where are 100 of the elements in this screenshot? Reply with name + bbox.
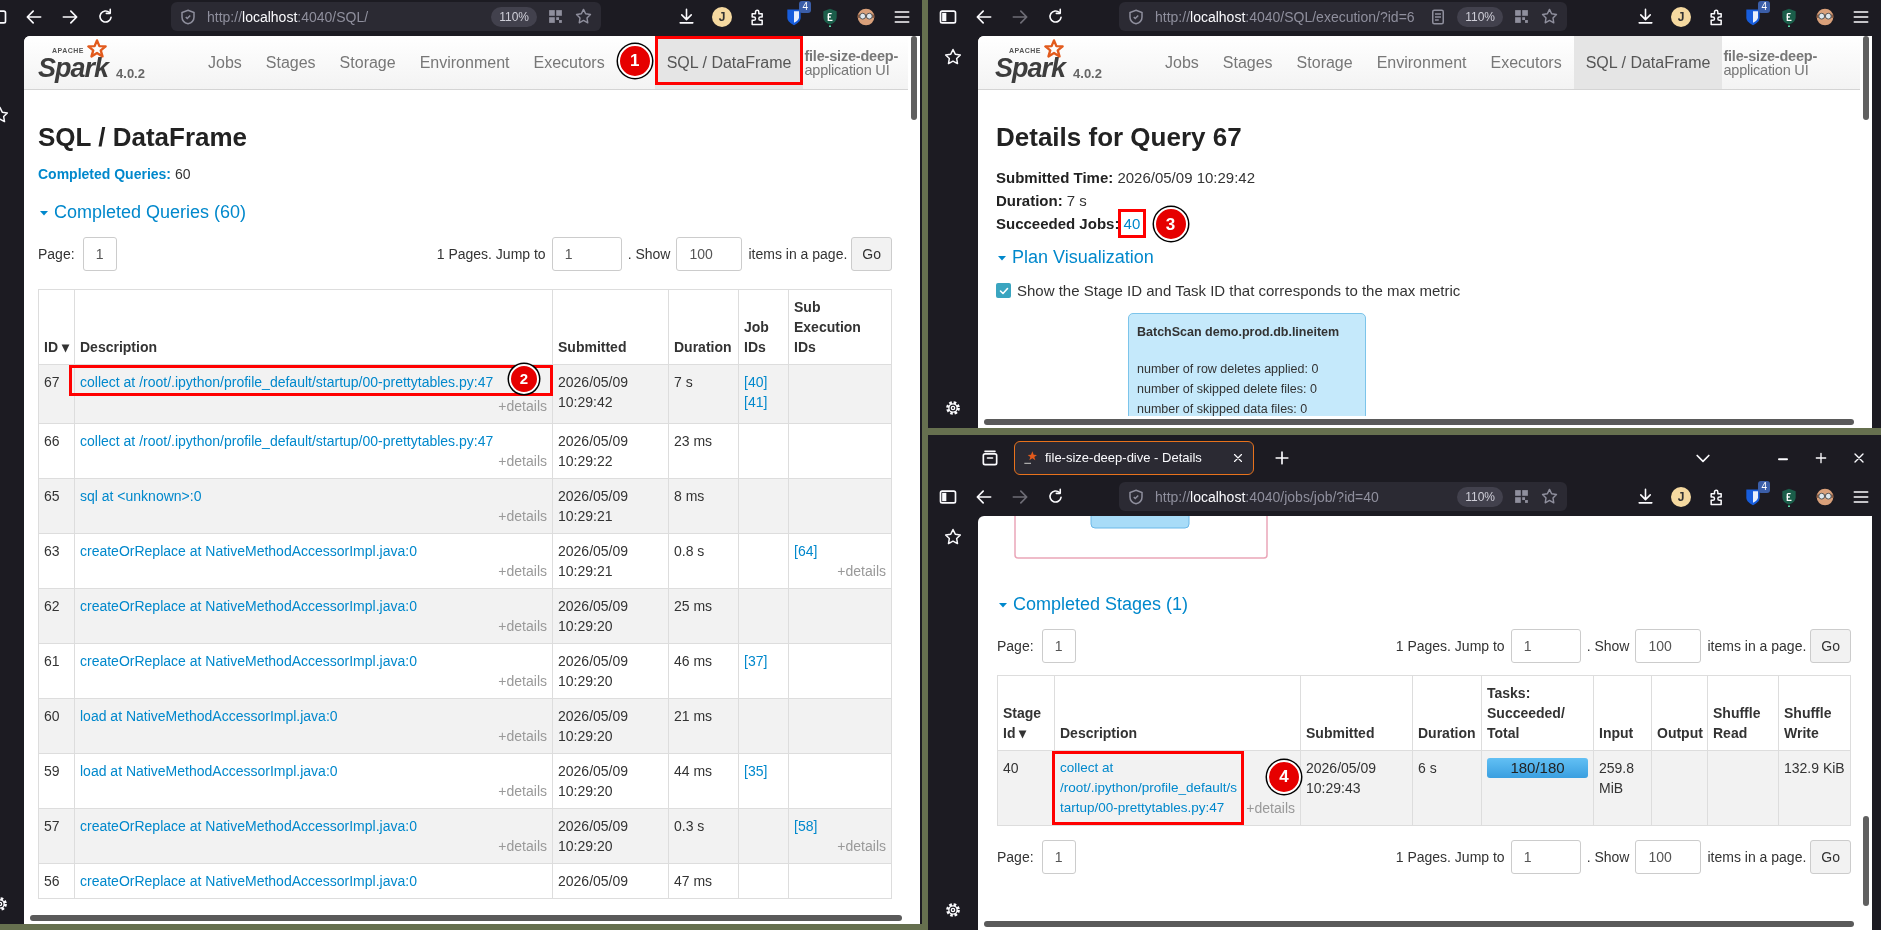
zoom-level[interactable]: 110% bbox=[1457, 6, 1503, 27]
query-link[interactable]: collect at /root/.ipython/profile_default/startup/00-prettytables.py:47 bbox=[80, 374, 494, 390]
details-link[interactable]: +details bbox=[837, 836, 886, 856]
nav-tab[interactable]: Storage bbox=[1284, 36, 1365, 89]
column-header[interactable]: Output bbox=[1651, 675, 1708, 751]
settings-icon[interactable] bbox=[943, 398, 963, 418]
column-header[interactable]: Submitted bbox=[1300, 675, 1413, 751]
star-icon[interactable] bbox=[943, 47, 963, 67]
grid-icon[interactable] bbox=[547, 8, 564, 25]
shield-extension-icon[interactable] bbox=[1779, 486, 1799, 507]
column-header[interactable]: Sub Execution IDs bbox=[788, 289, 892, 365]
details-link[interactable]: +details bbox=[498, 836, 547, 856]
query-link[interactable]: createOrReplace at NativeMethodAccessorImpl.java:0 bbox=[80, 818, 417, 834]
reload-icon[interactable] bbox=[96, 7, 115, 26]
column-header[interactable]: Submitted bbox=[552, 289, 669, 365]
shield-extension-icon[interactable] bbox=[820, 6, 840, 27]
profile-avatar[interactable]: J bbox=[712, 6, 732, 27]
jump-field[interactable]: 1 bbox=[1510, 629, 1581, 663]
nav-tab[interactable]: Executors bbox=[1478, 36, 1574, 89]
profile-avatar[interactable]: J bbox=[1671, 486, 1691, 507]
nav-tab[interactable]: SQL / DataFrame bbox=[1573, 36, 1723, 89]
details-link[interactable]: +details bbox=[498, 726, 547, 746]
plan-node[interactable]: BatchScan demo.prod.db.lineitem number of row deletes applied: 0 number of skipped delete files: 0 number of skipped data files: 0 bbox=[1128, 313, 1366, 416]
nav-tab[interactable]: Environment bbox=[407, 36, 522, 89]
bookmark-star-icon[interactable] bbox=[1540, 7, 1559, 26]
scrollbar-thumb[interactable] bbox=[911, 36, 917, 120]
reload-icon[interactable] bbox=[1046, 487, 1065, 506]
nav-tab[interactable]: Stages bbox=[1210, 36, 1285, 89]
shield-icon[interactable] bbox=[179, 7, 197, 26]
query-link[interactable]: load at NativeMethodAccessorImpl.java:0 bbox=[80, 708, 338, 724]
zoom-level[interactable]: 110% bbox=[1457, 486, 1503, 507]
scrollbar-thumb[interactable] bbox=[984, 419, 1854, 425]
jump-field[interactable]: 1 bbox=[551, 237, 622, 271]
nav-tab[interactable]: Executors bbox=[521, 36, 617, 89]
query-link[interactable]: createOrReplace at NativeMethodAccessorImpl.java:0 bbox=[80, 543, 417, 559]
star-icon[interactable] bbox=[943, 527, 963, 547]
details-link[interactable]: +details bbox=[498, 396, 547, 416]
section-toggle[interactable]: Completed Stages (1) bbox=[997, 594, 1189, 615]
nav-tab[interactable]: Jobs bbox=[196, 36, 254, 89]
grid-icon[interactable] bbox=[1513, 488, 1530, 505]
go-button[interactable]: Go bbox=[1810, 629, 1851, 663]
go-button[interactable]: Go bbox=[1810, 840, 1851, 874]
job-link[interactable]: [41] bbox=[744, 392, 768, 412]
execution-link[interactable]: [58] bbox=[794, 816, 818, 836]
job-link[interactable]: [40] bbox=[744, 372, 768, 392]
column-header[interactable]: Shuffle Read bbox=[1707, 675, 1779, 751]
page-size-field[interactable]: 100 bbox=[1635, 840, 1702, 874]
section-toggle[interactable]: Completed Queries (60) bbox=[38, 202, 247, 223]
shield-icon[interactable] bbox=[1127, 7, 1145, 26]
job-link[interactable]: [37] bbox=[744, 651, 768, 671]
settings-icon[interactable] bbox=[943, 900, 963, 920]
goggles-icon[interactable] bbox=[1815, 6, 1835, 27]
column-header[interactable]: Duration bbox=[668, 289, 739, 365]
query-link[interactable]: createOrReplace at NativeMethodAccessorImpl.java:0 bbox=[80, 598, 417, 614]
column-header[interactable]: Description bbox=[1054, 675, 1301, 751]
address-field[interactable]: http://localhost:4040/jobs/job/?id=40 110% bbox=[1119, 482, 1567, 511]
query-link[interactable]: collect at /root/.ipython/profile_default/startup/00-prettytables.py:47 bbox=[80, 433, 494, 449]
execution-link[interactable]: [64] bbox=[794, 541, 818, 561]
download-icon[interactable] bbox=[1636, 487, 1655, 506]
page-field[interactable]: 1 bbox=[1041, 840, 1076, 874]
page-size-field[interactable]: 100 bbox=[1635, 629, 1702, 663]
query-link[interactable]: load at NativeMethodAccessorImpl.java:0 bbox=[80, 763, 338, 779]
download-icon[interactable] bbox=[1636, 7, 1655, 26]
goggles-icon[interactable] bbox=[856, 6, 876, 27]
grid-icon[interactable] bbox=[1513, 8, 1530, 25]
scrollbar-thumb[interactable] bbox=[30, 915, 902, 921]
browser-tab[interactable]: file-size-deep-dive - Details bbox=[1014, 440, 1254, 475]
shield-extension-icon[interactable] bbox=[1779, 6, 1799, 27]
scrollbar-thumb[interactable] bbox=[1863, 816, 1869, 906]
nav-tab[interactable]: Stages bbox=[253, 36, 328, 89]
column-header[interactable]: Input bbox=[1593, 675, 1652, 751]
job-link[interactable]: [35] bbox=[744, 761, 768, 781]
address-field[interactable]: http://localhost:4040/SQL/ 110% bbox=[171, 2, 601, 31]
goggles-icon[interactable] bbox=[1815, 486, 1835, 507]
column-header[interactable]: Job IDs bbox=[738, 289, 789, 365]
job-link[interactable]: 40 bbox=[1123, 215, 1141, 232]
details-link[interactable]: +details bbox=[498, 561, 547, 581]
page-size-field[interactable]: 100 bbox=[676, 237, 743, 271]
nav-tab[interactable]: Jobs bbox=[1153, 36, 1211, 89]
column-header[interactable]: Description bbox=[74, 289, 553, 365]
page-field[interactable]: 1 bbox=[82, 237, 117, 271]
details-link[interactable]: +details bbox=[498, 451, 547, 471]
go-button[interactable]: Go bbox=[851, 237, 892, 271]
bookmark-star-icon[interactable] bbox=[574, 7, 593, 26]
nav-tab[interactable]: Storage bbox=[327, 36, 408, 89]
scrollbar-thumb[interactable] bbox=[1863, 36, 1869, 120]
column-header[interactable]: Stage Id ▾ bbox=[997, 675, 1055, 751]
query-link[interactable]: createOrReplace at NativeMethodAccessorImpl.java:0 bbox=[80, 653, 417, 669]
page-field[interactable]: 1 bbox=[1041, 629, 1076, 663]
profile-avatar[interactable]: J bbox=[1671, 6, 1691, 27]
section-toggle[interactable]: Plan Visualization bbox=[996, 247, 1154, 268]
column-header[interactable]: Duration bbox=[1412, 675, 1482, 751]
shield-icon[interactable] bbox=[1127, 487, 1145, 506]
jump-field[interactable]: 1 bbox=[1510, 840, 1581, 874]
download-icon[interactable] bbox=[677, 7, 696, 26]
stage-link[interactable]: collect at /root/.ipython/profile_default/startup/00-prettytables.py:47 bbox=[1060, 758, 1240, 818]
checkbox[interactable] bbox=[996, 283, 1011, 298]
details-link[interactable]: +details bbox=[498, 781, 547, 801]
column-header[interactable]: Tasks: Succeeded/ Total bbox=[1481, 675, 1594, 751]
details-link[interactable]: +details bbox=[498, 616, 547, 636]
